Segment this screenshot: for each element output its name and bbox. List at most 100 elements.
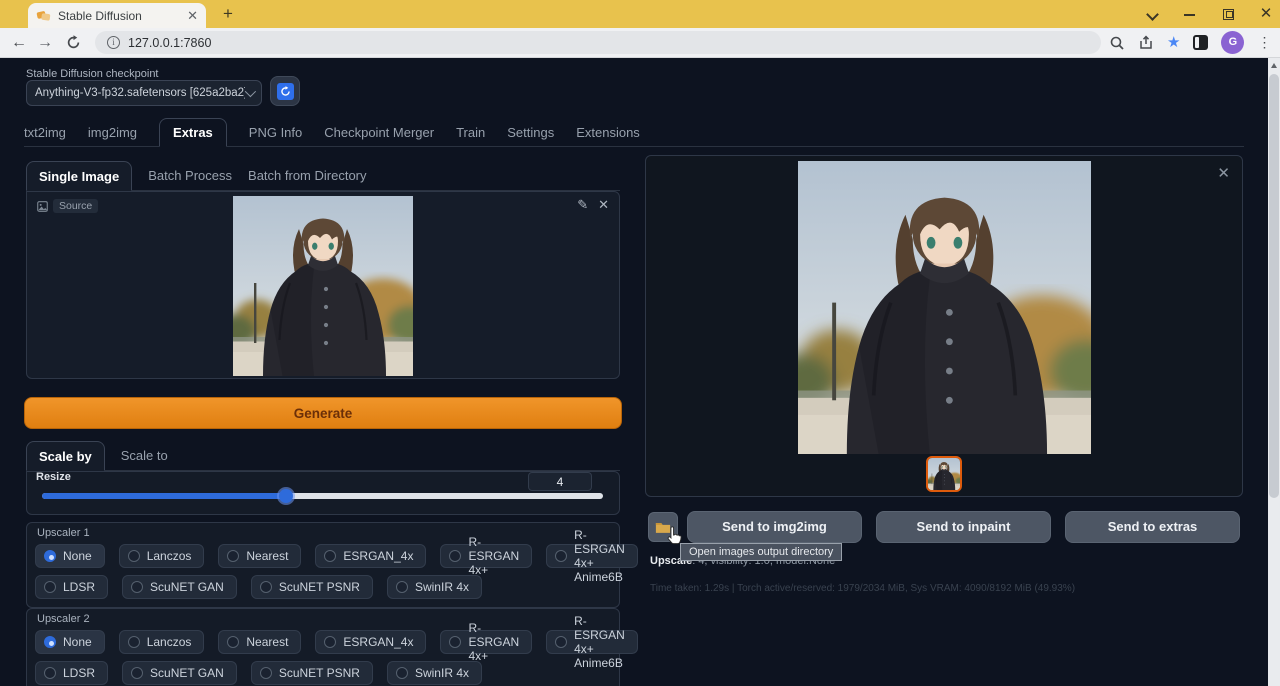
minimize-button[interactable] xyxy=(1182,6,1198,22)
upscaler1-option-scunet-psnr[interactable]: ScuNET PSNR xyxy=(251,575,373,599)
site-info-icon[interactable]: i xyxy=(107,36,120,49)
new-tab-button[interactable]: + xyxy=(218,4,238,24)
window-close-button[interactable]: ✕ xyxy=(1258,6,1274,22)
upscaler2-option-resrgan-anime6b[interactable]: R-ESRGAN 4x+ Anime6B xyxy=(546,630,638,654)
upscaler2-block: Upscaler 2 None Lanczos Nearest ESRGAN_4… xyxy=(26,608,620,686)
checkpoint-label: Stable Diffusion checkpoint xyxy=(26,68,159,80)
option-label: LDSR xyxy=(63,666,95,680)
share-icon[interactable] xyxy=(1138,35,1154,51)
side-panel-icon[interactable] xyxy=(1193,35,1208,50)
zoom-icon[interactable] xyxy=(1109,35,1125,51)
clear-image-icon[interactable]: ✕ xyxy=(598,197,609,213)
upscaler1-block: Upscaler 1 None Lanczos Nearest ESRGAN_4… xyxy=(26,522,620,608)
send-to-extras-button[interactable]: Send to extras xyxy=(1065,511,1240,543)
refresh-icon xyxy=(277,83,294,100)
upscaler2-option-ldsr[interactable]: LDSR xyxy=(35,661,108,685)
tab-png-info[interactable]: PNG Info xyxy=(249,118,302,146)
option-label: SwinIR 4x xyxy=(415,580,469,594)
tab-checkpoint-merger[interactable]: Checkpoint Merger xyxy=(324,118,434,146)
page-scrollbar[interactable] xyxy=(1268,58,1280,686)
upscaler2-option-scunet-gan[interactable]: ScuNET GAN xyxy=(122,661,237,685)
radio-icon xyxy=(44,581,56,593)
option-label: ScuNET GAN xyxy=(150,580,224,594)
tab-img2img[interactable]: img2img xyxy=(88,118,137,146)
option-label: None xyxy=(63,549,92,563)
upscaler2-option-swinir4x[interactable]: SwinIR 4x xyxy=(387,661,482,685)
resize-label: Resize xyxy=(36,471,71,483)
reload-button[interactable] xyxy=(66,35,81,50)
radio-icon xyxy=(260,667,272,679)
upscaler2-option-scunet-psnr[interactable]: ScuNET PSNR xyxy=(251,661,373,685)
upscaler2-label: Upscaler 2 xyxy=(37,613,90,625)
upscaler1-option-nearest[interactable]: Nearest xyxy=(218,544,301,568)
tab-txt2img[interactable]: txt2img xyxy=(24,118,66,146)
upscaler1-option-swinir4x[interactable]: SwinIR 4x xyxy=(387,575,482,599)
radio-icon xyxy=(555,550,567,562)
option-label: LDSR xyxy=(63,580,95,594)
tab-search-icon[interactable] xyxy=(1144,6,1160,22)
radio-icon xyxy=(44,550,56,562)
maximize-button[interactable] xyxy=(1220,6,1236,22)
resize-slider[interactable] xyxy=(42,493,603,499)
upscaler2-option-lanczos[interactable]: Lanczos xyxy=(119,630,205,654)
result-image[interactable] xyxy=(798,161,1091,454)
gallery-close-icon[interactable]: ✕ xyxy=(1217,164,1230,182)
subtab-scale-by[interactable]: Scale by xyxy=(26,441,105,471)
radio-icon xyxy=(227,636,239,648)
tab-extensions[interactable]: Extensions xyxy=(576,118,640,146)
generate-button[interactable]: Generate xyxy=(24,397,622,429)
bookmark-star-icon[interactable]: ★ xyxy=(1167,35,1180,51)
resize-value-input[interactable]: 4 xyxy=(528,472,592,491)
radio-icon xyxy=(449,550,461,562)
option-label: R-ESRGAN 4x+ xyxy=(468,621,519,663)
scrollbar-up-icon[interactable] xyxy=(1271,63,1277,68)
memory-stats: Time taken: 1.29s | Torch active/reserve… xyxy=(650,583,1075,594)
send-to-inpaint-button[interactable]: Send to inpaint xyxy=(876,511,1051,543)
tab-train[interactable]: Train xyxy=(456,118,485,146)
main-tab-bar: txt2img img2img Extras PNG Info Checkpoi… xyxy=(24,118,1244,147)
tab-settings[interactable]: Settings xyxy=(507,118,554,146)
upscaler1-option-scunet-gan[interactable]: ScuNET GAN xyxy=(122,575,237,599)
upscaler1-option-lanczos[interactable]: Lanczos xyxy=(119,544,205,568)
subtab-batch-process[interactable]: Batch Process xyxy=(148,161,232,190)
radio-icon xyxy=(44,667,56,679)
upscaler2-option-none[interactable]: None xyxy=(35,630,105,654)
favicon-icon xyxy=(36,8,51,23)
upscaler2-option-nearest[interactable]: Nearest xyxy=(218,630,301,654)
option-label: None xyxy=(63,635,92,649)
tooltip: Open images output directory xyxy=(680,543,842,561)
scrollbar-thumb[interactable] xyxy=(1269,74,1279,498)
upscaler2-option-esrgan4x[interactable]: ESRGAN_4x xyxy=(315,630,426,654)
option-label: R-ESRGAN 4x+ Anime6B xyxy=(574,528,625,584)
upscaler1-option-none[interactable]: None xyxy=(35,544,105,568)
profile-avatar[interactable]: G xyxy=(1221,31,1244,54)
source-image-dropzone[interactable]: Source ✎ ✕ xyxy=(26,191,620,379)
tab-extras[interactable]: Extras xyxy=(159,118,227,147)
checkpoint-dropdown[interactable]: Anything-V3-fp32.safetensors [625a2ba2] xyxy=(26,80,262,106)
option-label: Nearest xyxy=(246,635,288,649)
tab-close-icon[interactable]: ✕ xyxy=(187,9,198,22)
browser-tab[interactable]: Stable Diffusion ✕ xyxy=(28,3,206,28)
option-label: ESRGAN_4x xyxy=(343,549,413,563)
url-bar[interactable]: i 127.0.0.1:7860 xyxy=(95,31,1101,54)
upscaler1-option-ldsr[interactable]: LDSR xyxy=(35,575,108,599)
slider-handle[interactable] xyxy=(279,489,293,503)
back-button[interactable]: ← xyxy=(6,34,32,52)
browser-menu-icon[interactable]: ⋮ xyxy=(1257,34,1271,51)
edit-pencil-icon[interactable]: ✎ xyxy=(577,197,588,213)
upscaler1-option-resrgan-anime6b[interactable]: R-ESRGAN 4x+ Anime6B xyxy=(546,544,638,568)
result-gallery: ✕ xyxy=(645,155,1243,497)
upscaler1-option-resrgan4x[interactable]: R-ESRGAN 4x+ xyxy=(440,544,532,568)
option-label: Nearest xyxy=(246,549,288,563)
mouse-cursor xyxy=(664,524,686,548)
subtab-scale-to[interactable]: Scale to xyxy=(121,441,168,470)
upscaler1-option-esrgan4x[interactable]: ESRGAN_4x xyxy=(315,544,426,568)
forward-button[interactable]: → xyxy=(32,34,58,52)
refresh-checkpoints-button[interactable] xyxy=(270,76,300,106)
upscaler1-label: Upscaler 1 xyxy=(37,527,90,539)
subtab-batch-from-directory[interactable]: Batch from Directory xyxy=(248,161,366,190)
subtab-single-image[interactable]: Single Image xyxy=(26,161,132,191)
upscaler2-option-resrgan4x[interactable]: R-ESRGAN 4x+ xyxy=(440,630,532,654)
result-thumbnail[interactable] xyxy=(926,456,962,492)
send-to-img2img-button[interactable]: Send to img2img xyxy=(687,511,862,543)
